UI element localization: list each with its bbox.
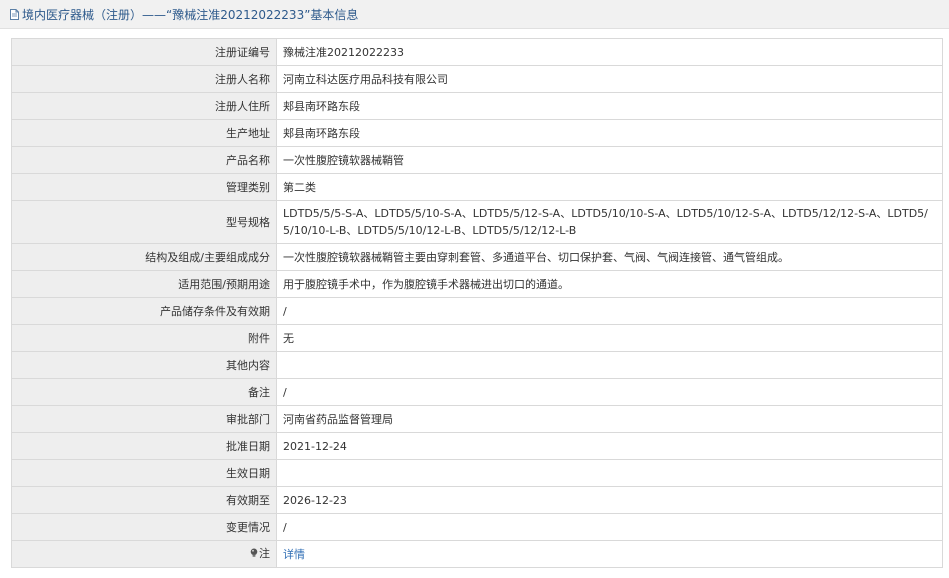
label-change-status: 变更情况: [11, 513, 277, 541]
row-approval-date: 批准日期 2021-12-24: [11, 432, 943, 460]
lightbulb-icon: [250, 548, 258, 558]
detail-table-body: 注册证编号 豫械注准20212022233 注册人名称 河南立科达医疗用品科技有限公司…: [11, 38, 943, 568]
label-other-content: 其他内容: [11, 351, 277, 379]
label-accessories: 附件: [11, 324, 277, 352]
value-change-status: /: [276, 513, 943, 541]
row-product-name: 产品名称 一次性腹腔镜软器械鞘管: [11, 146, 943, 174]
label-structure-composition: 结构及组成/主要组成成分: [11, 243, 277, 271]
label-intended-use: 适用范围/预期用途: [11, 270, 277, 298]
value-management-class: 第二类: [276, 173, 943, 201]
value-reg-number: 豫械注准20212022233: [276, 38, 943, 66]
document-icon: [10, 8, 19, 20]
row-approval-dept: 审批部门 河南省药品监督管理局: [11, 405, 943, 433]
row-model-spec: 型号规格 LDTD5/5/5-S-A、LDTD5/5/10-S-A、LDTD5/5…: [11, 200, 943, 244]
value-accessories: 无: [276, 324, 943, 352]
row-production-address: 生产地址 郏县南环路东段: [11, 119, 943, 147]
row-storage-validity: 产品储存条件及有效期 /: [11, 297, 943, 325]
label-production-address: 生产地址: [11, 119, 277, 147]
value-registrant-address: 郏县南环路东段: [276, 92, 943, 120]
value-production-address: 郏县南环路东段: [276, 119, 943, 147]
label-effective-date: 生效日期: [11, 459, 277, 487]
label-note: 注: [11, 540, 277, 568]
value-remarks: /: [276, 378, 943, 406]
value-storage-validity: /: [276, 297, 943, 325]
page-title: 境内医疗器械（注册）——“豫械注准20212022233”基本信息: [22, 7, 359, 22]
row-structure-composition: 结构及组成/主要组成成分 一次性腹腔镜软器械鞘管主要由穿刺套管、多通道平台、切口保…: [11, 243, 943, 271]
value-product-name: 一次性腹腔镜软器械鞘管: [276, 146, 943, 174]
value-other-content: [276, 351, 943, 379]
label-reg-number: 注册证编号: [11, 38, 277, 66]
row-note: 注详情: [11, 540, 943, 568]
label-approval-date: 批准日期: [11, 432, 277, 460]
label-remarks: 备注: [11, 378, 277, 406]
row-effective-date: 生效日期: [11, 459, 943, 487]
detail-table: 注册证编号 豫械注准20212022233 注册人名称 河南立科达医疗用品科技有限公司…: [11, 38, 943, 568]
page-header: 境内医疗器械（注册）——“豫械注准20212022233”基本信息: [0, 0, 949, 29]
value-effective-date: [276, 459, 943, 487]
row-accessories: 附件无: [11, 324, 943, 352]
row-reg-number: 注册证编号 豫械注准20212022233: [11, 38, 943, 66]
value-approval-date: 2021-12-24: [276, 432, 943, 460]
label-registrant-address: 注册人住所: [11, 92, 277, 120]
detail-link[interactable]: 详情: [283, 548, 305, 561]
label-model-spec: 型号规格: [11, 200, 277, 244]
label-management-class: 管理类别: [11, 173, 277, 201]
value-intended-use: 用于腹腔镜手术中，作为腹腔镜手术器械进出切口的通道。: [276, 270, 943, 298]
value-note: 详情: [276, 540, 943, 568]
label-registrant-name: 注册人名称: [11, 65, 277, 93]
label-product-name: 产品名称: [11, 146, 277, 174]
value-approval-dept: 河南省药品监督管理局: [276, 405, 943, 433]
label-storage-validity: 产品储存条件及有效期: [11, 297, 277, 325]
row-registrant-name: 注册人名称 河南立科达医疗用品科技有限公司: [11, 65, 943, 93]
label-approval-dept: 审批部门: [11, 405, 277, 433]
value-structure-composition: 一次性腹腔镜软器械鞘管主要由穿刺套管、多通道平台、切口保护套、气阀、气阀连接管、…: [276, 243, 943, 271]
value-valid-until: 2026-12-23: [276, 486, 943, 514]
row-intended-use: 适用范围/预期用途 用于腹腔镜手术中，作为腹腔镜手术器械进出切口的通道。: [11, 270, 943, 298]
value-registrant-name: 河南立科达医疗用品科技有限公司: [276, 65, 943, 93]
row-registrant-address: 注册人住所 郏县南环路东段: [11, 92, 943, 120]
row-management-class: 管理类别 第二类: [11, 173, 943, 201]
note-label-text: 注: [259, 546, 270, 560]
label-valid-until: 有效期至: [11, 486, 277, 514]
row-other-content: 其他内容: [11, 351, 943, 379]
row-remarks: 备注 /: [11, 378, 943, 406]
row-valid-until: 有效期至 2026-12-23: [11, 486, 943, 514]
row-change-status: 变更情况 /: [11, 513, 943, 541]
value-model-spec: LDTD5/5/5-S-A、LDTD5/5/10-S-A、LDTD5/5/12-…: [276, 200, 943, 244]
